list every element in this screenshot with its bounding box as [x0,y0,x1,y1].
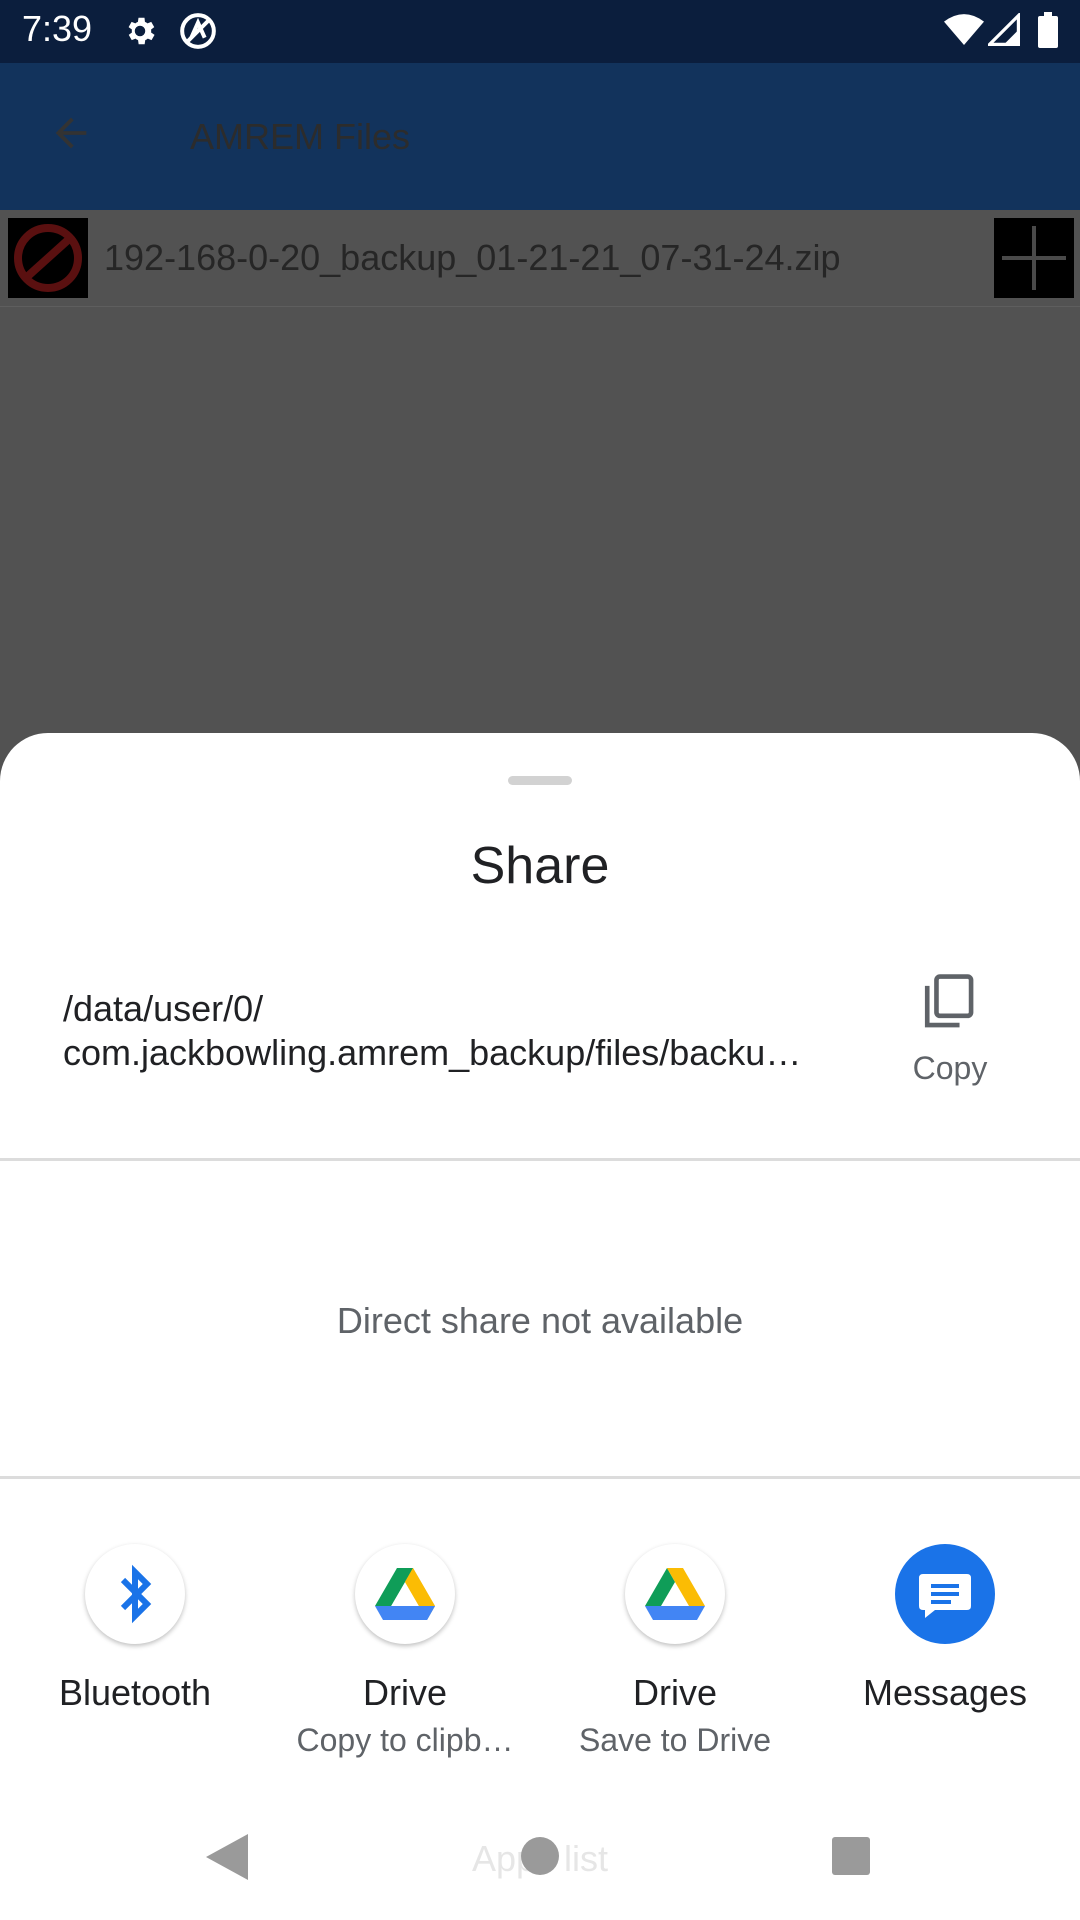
gear-icon [128,17,155,45]
status-time: 7:39 [22,8,93,49]
share-target-drive-copy[interactable]: Drive Copy to clipb… [270,1544,540,1764]
signal-icon [988,13,1020,46]
back-arrow-icon[interactable] [48,110,94,156]
app-title: AMREM Files [190,116,411,157]
share-target-sublabel: Copy to clipb… [296,1722,514,1758]
drag-handle[interactable] [508,776,572,785]
no-entry-icon [8,218,88,298]
app-bar [0,63,1080,210]
battery-icon [1038,12,1058,48]
home-circle-icon[interactable] [521,1837,559,1875]
drive-icon [355,1544,455,1644]
share-target-label: Drive [362,1672,447,1713]
shared-path-line2: com.jackbowling.amrem_backup/files/backu… [63,1032,802,1073]
share-target-drive-save[interactable]: Drive Save to Drive [540,1544,810,1764]
alert-icon [180,13,216,49]
drive-icon [625,1544,725,1644]
screen: 7:39 AMREM Files 192-168-0-20_backup_01-… [0,0,1080,1920]
wifi-icon [944,14,984,45]
file-name: 192-168-0-20_backup_01-21-21_07-31-24.zi… [104,237,841,278]
divider [0,1158,1080,1161]
messages-icon [895,1544,995,1644]
share-target-label: Bluetooth [58,1672,212,1713]
bluetooth-icon [85,1544,185,1644]
recents-square-icon[interactable] [832,1837,870,1875]
share-target-label: Messages [862,1672,1028,1713]
share-target-messages[interactable]: Messages [810,1544,1080,1764]
direct-share-message: Direct share not available [336,1300,744,1341]
share-target-sublabel: Save to Drive [578,1722,772,1758]
share-target-label: Drive [632,1672,717,1713]
copy-icon[interactable] [920,972,976,1032]
plus-icon[interactable] [994,218,1074,298]
status-bar: 7:39 [0,0,1080,63]
back-triangle-icon[interactable] [204,1832,250,1882]
share-target-bluetooth[interactable]: Bluetooth [0,1544,270,1764]
shared-path-line1: /data/user/0/ [63,988,264,1029]
copy-button-label[interactable]: Copy [900,1050,1000,1087]
share-title: Share [470,837,610,895]
divider [0,1476,1080,1479]
